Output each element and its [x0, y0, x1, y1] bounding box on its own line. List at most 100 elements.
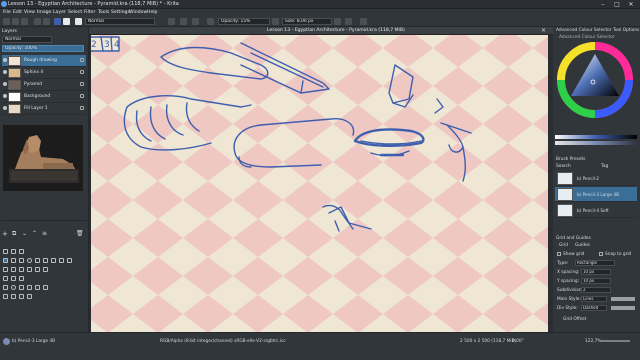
alpha-lock-icon[interactable]	[80, 70, 84, 74]
layer-row[interactable]: Sphinx 4	[2, 67, 86, 79]
transform-tool-icon[interactable]	[11, 267, 16, 272]
color-picker-icon[interactable]	[35, 267, 40, 272]
freehand-select-icon[interactable]	[27, 285, 32, 290]
maximize-button[interactable]: □	[610, 0, 624, 9]
menu-layer[interactable]: Layer	[53, 9, 66, 16]
brush-preset-item[interactable]: b) Pencil-2	[555, 171, 637, 186]
zoom-slider[interactable]	[600, 340, 630, 342]
menu-settings[interactable]: Settings	[111, 9, 130, 16]
fill-tool-icon[interactable]	[43, 267, 48, 272]
similar-select-icon[interactable]	[43, 285, 48, 290]
opacity-slider[interactable]: Opacity: 15%	[218, 18, 270, 25]
x-spacing-input[interactable]: 10 px	[581, 269, 611, 275]
undo-icon[interactable]	[34, 18, 41, 25]
div-style-color[interactable]	[611, 306, 635, 310]
foreground-color-icon[interactable]	[54, 18, 61, 25]
layer-row[interactable]: Rough drawing	[2, 55, 86, 67]
freehand-path-icon[interactable]	[59, 258, 64, 263]
grid-type-select[interactable]: Rectangle	[575, 260, 615, 266]
guides-tab[interactable]: Guides	[575, 243, 590, 248]
menu-help[interactable]: Help	[147, 9, 157, 16]
menu-edit[interactable]: Edit	[13, 9, 22, 16]
size-slider[interactable]: Size: 8,00 px	[282, 18, 332, 25]
layer-row[interactable]: Background	[2, 91, 86, 103]
reload-preset-icon[interactable]	[180, 18, 187, 25]
bezier-tool-icon[interactable]	[51, 258, 56, 263]
eraser-mode-icon[interactable]	[168, 18, 175, 25]
layer-row[interactable]: Fill Layer 1	[2, 103, 86, 115]
tool-options-tab[interactable]: Tool Options	[613, 28, 639, 33]
freehand-brush-icon[interactable]	[3, 258, 8, 263]
save-icon[interactable]	[21, 18, 28, 25]
main-style-select[interactable]: Lines	[581, 296, 607, 302]
text-tool-icon[interactable]	[11, 249, 16, 254]
line-tool-icon[interactable]	[11, 258, 16, 263]
blend-mode-select[interactable]: Normal	[85, 18, 155, 25]
menu-file[interactable]: File	[3, 9, 11, 16]
wrap-around-icon[interactable]	[360, 18, 367, 25]
add-layer-icon[interactable]: +	[2, 230, 8, 238]
polygon-select-icon[interactable]	[19, 285, 24, 290]
brush-preset-item[interactable]: b) Pencil-4 Soft	[555, 203, 637, 218]
close-document-icon[interactable]: ×	[541, 27, 546, 34]
dynamic-brush-icon[interactable]	[67, 258, 72, 263]
select-shapes-icon[interactable]	[3, 249, 8, 254]
duplicate-layer-icon[interactable]: ⧉	[12, 230, 16, 238]
alpha-lock-icon[interactable]	[80, 58, 84, 62]
snap-to-grid-checkbox[interactable]	[599, 252, 603, 256]
edit-shapes-icon[interactable]	[19, 249, 24, 254]
grid-tab[interactable]: Grid	[559, 243, 568, 248]
show-grid-checkbox[interactable]	[557, 252, 561, 256]
move-layer-down-icon[interactable]: ⌄	[22, 230, 27, 237]
bezier-select-icon[interactable]	[3, 294, 8, 299]
pan-tool-icon[interactable]	[27, 294, 32, 299]
move-layer-up-icon[interactable]: ⌃	[32, 230, 37, 237]
layer-blend-mode[interactable]: Normal	[2, 36, 52, 43]
visibility-eye-icon[interactable]	[3, 82, 7, 86]
reference-images-icon[interactable]	[19, 276, 24, 281]
preserve-alpha-icon[interactable]	[192, 18, 199, 25]
redo-icon[interactable]	[43, 18, 50, 25]
minimize-button[interactable]: –	[596, 0, 610, 9]
ellipse-select-icon[interactable]	[11, 285, 16, 290]
div-style-select[interactable]: Dashed	[581, 305, 607, 311]
assistant-tool-icon[interactable]	[3, 276, 8, 281]
layer-row[interactable]: Pyramid	[2, 79, 86, 91]
alpha-lock-icon[interactable]	[80, 106, 84, 110]
ellipse-tool-icon[interactable]	[27, 258, 32, 263]
menu-view[interactable]: View	[24, 9, 35, 16]
drawing-canvas[interactable]: 2 3 4	[91, 35, 548, 332]
status-zoom[interactable]: 122,7%	[585, 339, 601, 344]
measure-tool-icon[interactable]	[11, 276, 16, 281]
visibility-eye-icon[interactable]	[3, 70, 7, 74]
menu-filter[interactable]: Filter	[84, 9, 95, 16]
visibility-eye-icon[interactable]	[3, 94, 7, 98]
menu-tools[interactable]: Tools	[98, 9, 109, 16]
subdivision-input[interactable]: 2	[581, 287, 611, 293]
layer-properties-icon[interactable]: ≡	[42, 230, 47, 237]
main-style-color[interactable]	[611, 297, 635, 301]
magnetic-select-icon[interactable]	[11, 294, 16, 299]
document-tab[interactable]: Lesson 13 - Egyptian Architecture - Pyra…	[89, 27, 553, 35]
y-spacing-input[interactable]: 10 px	[581, 278, 611, 284]
rectangle-tool-icon[interactable]	[19, 258, 24, 263]
move-tool-icon[interactable]	[3, 267, 8, 272]
crop-tool-icon[interactable]	[19, 267, 24, 272]
mirror-vertical-icon[interactable]	[345, 18, 352, 25]
background-color-icon[interactable]	[63, 18, 70, 25]
color-history-strip[interactable]	[555, 135, 637, 139]
grid-offset-label[interactable]: Grid Offset	[563, 317, 586, 322]
color-selector-tab[interactable]: Advanced Colour Selector	[559, 35, 615, 40]
layer-opacity-slider[interactable]: Opacity: 100%	[2, 45, 84, 52]
brush-preset-icon[interactable]	[75, 18, 82, 25]
menu-image[interactable]: Image	[37, 9, 51, 16]
menu-select[interactable]: Select	[68, 9, 82, 16]
delete-layer-icon[interactable]: 🗑	[76, 230, 84, 237]
contiguous-select-icon[interactable]	[35, 285, 40, 290]
polygon-tool-icon[interactable]	[35, 258, 40, 263]
close-button[interactable]: ✕	[624, 0, 638, 9]
color-wheel[interactable]	[557, 42, 633, 118]
alpha-lock-icon[interactable]	[80, 82, 84, 86]
visibility-eye-icon[interactable]	[3, 58, 7, 62]
polyline-tool-icon[interactable]	[43, 258, 48, 263]
